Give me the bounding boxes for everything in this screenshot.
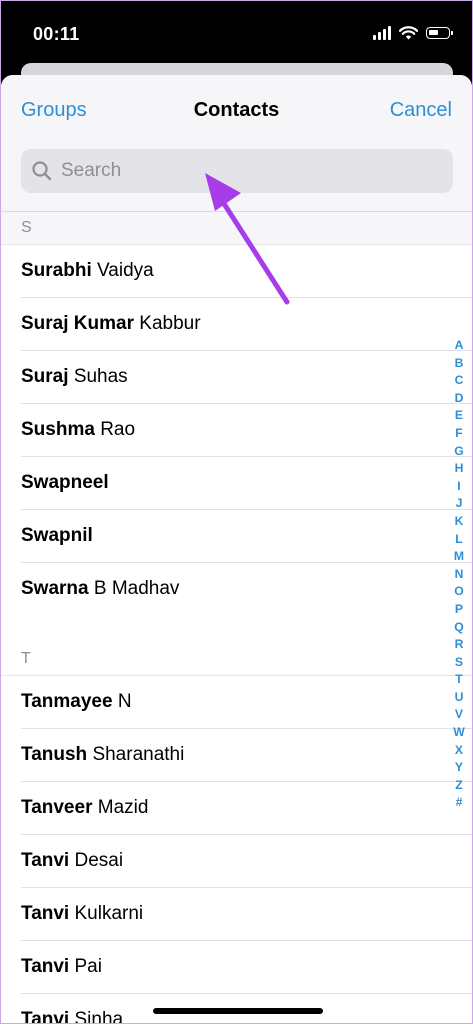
contact-row[interactable]: Swarna B Madhav (21, 563, 472, 615)
index-letter[interactable]: # (456, 794, 463, 812)
contact-first-name: Tanush (21, 744, 88, 765)
index-letter[interactable]: N (455, 566, 464, 584)
contact-last-name: Vaidya (97, 260, 154, 281)
alphabet-index-bar[interactable]: A B C D E F G H I J K L M N O P Q R S T U V W X Y Z # (450, 337, 468, 812)
index-letter[interactable]: M (454, 548, 464, 566)
index-letter[interactable]: P (455, 601, 463, 619)
contact-row[interactable]: Tanvi Kulkarni (21, 888, 472, 941)
contact-row[interactable]: Swapnil (21, 510, 472, 563)
contact-first-name: Tanvi (21, 956, 70, 977)
contact-first-name: Surabhi (21, 260, 92, 281)
index-letter[interactable]: J (456, 495, 463, 513)
annotation-arrow-icon (205, 173, 290, 305)
contact-last-name: Mazid (97, 797, 149, 818)
index-letter[interactable]: Y (455, 759, 463, 777)
section-header-t: T (1, 643, 472, 676)
battery-icon (426, 27, 453, 39)
index-letter[interactable]: E (455, 407, 463, 425)
index-letter[interactable]: Q (454, 619, 463, 637)
contact-row[interactable]: Tanmayee N (21, 676, 472, 729)
status-bar: 00:11 (1, 1, 472, 63)
navigation-bar: Groups Contacts Cancel (1, 75, 472, 149)
index-letter[interactable]: D (455, 390, 464, 408)
search-icon (32, 161, 52, 181)
contact-last-name: Rao (100, 419, 136, 440)
contact-first-name: Tanvi (21, 850, 70, 871)
index-letter[interactable]: V (455, 706, 463, 724)
index-letter[interactable]: I (457, 478, 460, 496)
index-letter[interactable]: A (455, 337, 464, 355)
index-letter[interactable]: B (455, 355, 464, 373)
index-letter[interactable]: O (454, 583, 463, 601)
index-letter[interactable]: K (455, 513, 464, 531)
index-letter[interactable]: G (454, 443, 463, 461)
contact-row[interactable]: Suraj Suhas (21, 351, 472, 404)
contact-last-name: Kabbur (139, 313, 201, 334)
contact-last-name: N (117, 691, 132, 712)
section-t: T Tanmayee N Tanush Sharanathi Tanveer M… (1, 643, 472, 1024)
contact-row[interactable]: Tanush Sharanathi (21, 729, 472, 782)
phone-screen: 00:11 Groups Contacts Cancel Search S Su… (0, 0, 473, 1024)
contact-first-name: Tanvi (21, 903, 70, 924)
index-letter[interactable]: Z (455, 777, 462, 795)
contact-row[interactable]: Tanvi Pai (21, 941, 472, 994)
contact-first-name: Suraj Kumar (21, 313, 134, 334)
status-icons (373, 26, 453, 40)
contact-first-name: Swarna (21, 578, 89, 599)
contact-first-name: Tanveer (21, 797, 93, 818)
contact-last-name: B Madhav (93, 578, 180, 599)
contact-first-name: Tanmayee (21, 691, 113, 712)
index-letter[interactable]: L (455, 531, 462, 549)
status-time: 00:11 (33, 24, 80, 44)
contact-last-name: Kulkarni (74, 903, 144, 924)
contact-first-name: Swapnil (21, 525, 93, 546)
index-letter[interactable]: R (455, 636, 464, 654)
contact-last-name: Sharanathi (92, 744, 185, 765)
section-spacer (1, 615, 472, 643)
home-indicator[interactable] (153, 1008, 323, 1014)
contact-last-name: Desai (74, 850, 124, 871)
contact-row[interactable]: Sushma Rao (21, 404, 472, 457)
index-letter[interactable]: F (455, 425, 462, 443)
contact-first-name: Suraj (21, 366, 69, 387)
contact-last-name: Suhas (73, 366, 128, 387)
contact-row[interactable]: Tanvi Desai (21, 835, 472, 888)
contact-first-name: Tanvi (21, 1009, 70, 1024)
index-letter[interactable]: T (455, 671, 462, 689)
index-letter[interactable]: X (455, 742, 463, 760)
cancel-button[interactable]: Cancel (390, 99, 452, 122)
contact-row[interactable]: Tanveer Mazid (21, 782, 472, 835)
index-letter[interactable]: S (455, 654, 463, 672)
contact-last-name: Pai (74, 956, 102, 977)
index-letter[interactable]: C (455, 372, 464, 390)
contact-row[interactable]: Swapneel (21, 457, 472, 510)
contact-first-name: Sushma (21, 419, 95, 440)
contact-last-name: Sinha (74, 1009, 124, 1024)
contact-first-name: Swapneel (21, 472, 109, 493)
index-letter[interactable]: W (453, 724, 465, 742)
cellular-signal-icon (373, 26, 391, 40)
index-letter[interactable]: U (455, 689, 464, 707)
wifi-icon (399, 26, 418, 40)
index-letter[interactable]: H (455, 460, 464, 478)
